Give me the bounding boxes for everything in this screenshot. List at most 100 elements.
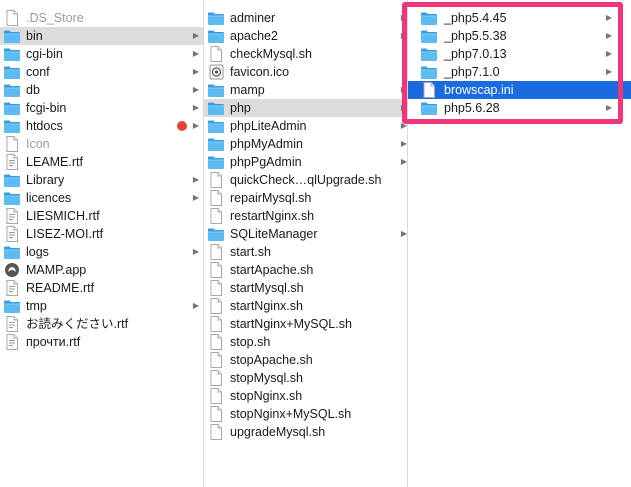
chevron-right-icon[interactable]: ▶ [399, 81, 407, 99]
chevron-right-icon[interactable]: ▶ [604, 9, 614, 27]
column-mamp[interactable]: .DS_Store bin ▶ cgi-bin ▶ conf ▶ db ▶ fcgi-bin ▶ ht… [0, 0, 203, 487]
list-item[interactable]: mamp ▶ [204, 81, 407, 99]
finder-column-browser: .DS_Store bin ▶ cgi-bin ▶ conf ▶ db ▶ fcgi-bin ▶ ht… [0, 0, 631, 487]
list-item[interactable]: php5.6.28 ▶ [408, 99, 631, 117]
file-icon [207, 262, 225, 278]
chevron-right-icon[interactable]: ▶ [191, 27, 201, 45]
list-item[interactable]: stop.sh [204, 333, 407, 351]
folder-icon [3, 64, 21, 80]
chevron-right-icon[interactable]: ▶ [191, 99, 201, 117]
chevron-right-icon[interactable]: ▶ [399, 225, 407, 243]
file-icon [207, 388, 225, 404]
chevron-right-icon[interactable]: ▶ [604, 63, 614, 81]
list-item[interactable]: logs ▶ [0, 243, 203, 261]
list-item[interactable]: прочти.rtf [0, 333, 203, 351]
chevron-right-icon[interactable]: ▶ [399, 135, 407, 153]
chevron-right-icon[interactable]: ▶ [191, 171, 201, 189]
list-item[interactable]: fcgi-bin ▶ [0, 99, 203, 117]
chevron-right-icon[interactable]: ▶ [191, 189, 201, 207]
list-item[interactable]: htdocs ▶ [0, 117, 203, 135]
list-item[interactable]: startMysql.sh [204, 279, 407, 297]
list-item[interactable]: stopNginx+MySQL.sh [204, 405, 407, 423]
list-item[interactable]: browscap.ini [408, 81, 631, 99]
chevron-right-icon[interactable]: ▶ [191, 297, 201, 315]
list-item[interactable]: stopApache.sh [204, 351, 407, 369]
chevron-right-icon[interactable]: ▶ [399, 9, 407, 27]
list-item[interactable]: cgi-bin ▶ [0, 45, 203, 63]
list-item[interactable]: stopMysql.sh [204, 369, 407, 387]
list-item[interactable]: phpMyAdmin ▶ [204, 135, 407, 153]
list-item[interactable]: conf ▶ [0, 63, 203, 81]
list-item[interactable]: apache2 ▶ [204, 27, 407, 45]
list-item[interactable]: SQLiteManager ▶ [204, 225, 407, 243]
rtf-icon [3, 280, 21, 296]
list-item[interactable]: _php5.5.38 ▶ [408, 27, 631, 45]
list-item[interactable]: adminer ▶ [204, 9, 407, 27]
list-item[interactable]: MAMP.app [0, 261, 203, 279]
item-label: Library [26, 173, 65, 187]
list-item[interactable]: licences ▶ [0, 189, 203, 207]
folder-icon [207, 154, 225, 170]
item-label: お読みください.rtf [26, 317, 129, 331]
rtf-icon [3, 226, 21, 242]
chevron-right-icon[interactable]: ▶ [399, 117, 407, 135]
list-item[interactable]: db ▶ [0, 81, 203, 99]
list-item[interactable]: _php7.0.13 ▶ [408, 45, 631, 63]
folder-icon [420, 100, 438, 116]
chevron-right-icon[interactable]: ▶ [604, 27, 614, 45]
item-label: stopApache.sh [230, 353, 313, 367]
list-item[interactable]: restartNginx.sh [204, 207, 407, 225]
list-item[interactable]: LIESMICH.rtf [0, 207, 203, 225]
list-item[interactable]: startNginx+MySQL.sh [204, 315, 407, 333]
list-item[interactable]: LEAME.rtf [0, 153, 203, 171]
list-item[interactable]: startApache.sh [204, 261, 407, 279]
list-item[interactable]: phpPgAdmin ▶ [204, 153, 407, 171]
item-label: startApache.sh [230, 263, 314, 277]
rtf-icon [3, 316, 21, 332]
chevron-right-icon[interactable]: ▶ [191, 45, 201, 63]
item-label: MAMP.app [26, 263, 87, 277]
list-item[interactable]: checkMysql.sh [204, 45, 407, 63]
column-bin[interactable]: adminer ▶ apache2 ▶ checkMysql.sh favicon.ico… [204, 0, 407, 487]
item-label: fcgi-bin [26, 101, 67, 115]
file-icon [207, 406, 225, 422]
chevron-right-icon[interactable]: ▶ [191, 63, 201, 81]
chevron-right-icon[interactable]: ▶ [399, 153, 407, 171]
list-item[interactable]: .DS_Store [0, 9, 203, 27]
image-icon [207, 64, 225, 80]
list-item[interactable]: startNginx.sh [204, 297, 407, 315]
list-item[interactable]: repairMysql.sh [204, 189, 407, 207]
item-label: stopNginx.sh [230, 389, 303, 403]
item-label: startNginx.sh [230, 299, 303, 313]
list-item[interactable]: php ▶ [204, 99, 407, 117]
list-item[interactable]: favicon.ico [204, 63, 407, 81]
chevron-right-icon[interactable]: ▶ [191, 81, 201, 99]
list-item[interactable]: quickCheck…qlUpgrade.sh [204, 171, 407, 189]
list-item[interactable]: stopNginx.sh [204, 387, 407, 405]
item-label: licences [26, 191, 72, 205]
list-item[interactable]: Library ▶ [0, 171, 203, 189]
chevron-right-icon[interactable]: ▶ [399, 99, 407, 117]
list-item[interactable]: README.rtf [0, 279, 203, 297]
list-item[interactable]: bin ▶ [0, 27, 203, 45]
chevron-right-icon[interactable]: ▶ [191, 117, 201, 135]
chevron-right-icon[interactable]: ▶ [604, 45, 614, 63]
chevron-right-icon[interactable]: ▶ [399, 27, 407, 45]
list-item[interactable]: _php7.1.0 ▶ [408, 63, 631, 81]
chevron-right-icon[interactable]: ▶ [191, 243, 201, 261]
list-item[interactable]: _php5.4.45 ▶ [408, 9, 631, 27]
list-item[interactable]: tmp ▶ [0, 297, 203, 315]
list-item[interactable]: Icon [0, 135, 203, 153]
column-php[interactable]: _php5.4.45 ▶ _php5.5.38 ▶ _php7.0.13 ▶ _php7.1… [408, 0, 631, 487]
list-item[interactable]: phpLiteAdmin ▶ [204, 117, 407, 135]
folder-icon [207, 118, 225, 134]
folder-icon [3, 100, 21, 116]
file-icon [207, 334, 225, 350]
chevron-right-icon[interactable]: ▶ [604, 99, 614, 117]
list-item[interactable]: upgradeMysql.sh [204, 423, 407, 441]
file-icon [207, 316, 225, 332]
folder-icon [420, 64, 438, 80]
list-item[interactable]: LISEZ-MOI.rtf [0, 225, 203, 243]
list-item[interactable]: お読みください.rtf [0, 315, 203, 333]
list-item[interactable]: start.sh [204, 243, 407, 261]
